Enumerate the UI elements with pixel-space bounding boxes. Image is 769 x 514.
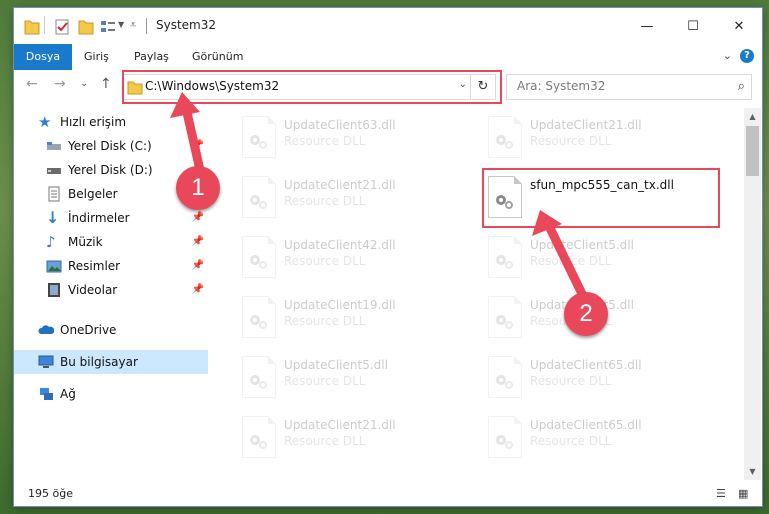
step-marker-1: 1 bbox=[176, 166, 220, 210]
step-marker-2: 2 bbox=[564, 292, 608, 336]
annotation-arrows bbox=[170, 92, 590, 305]
